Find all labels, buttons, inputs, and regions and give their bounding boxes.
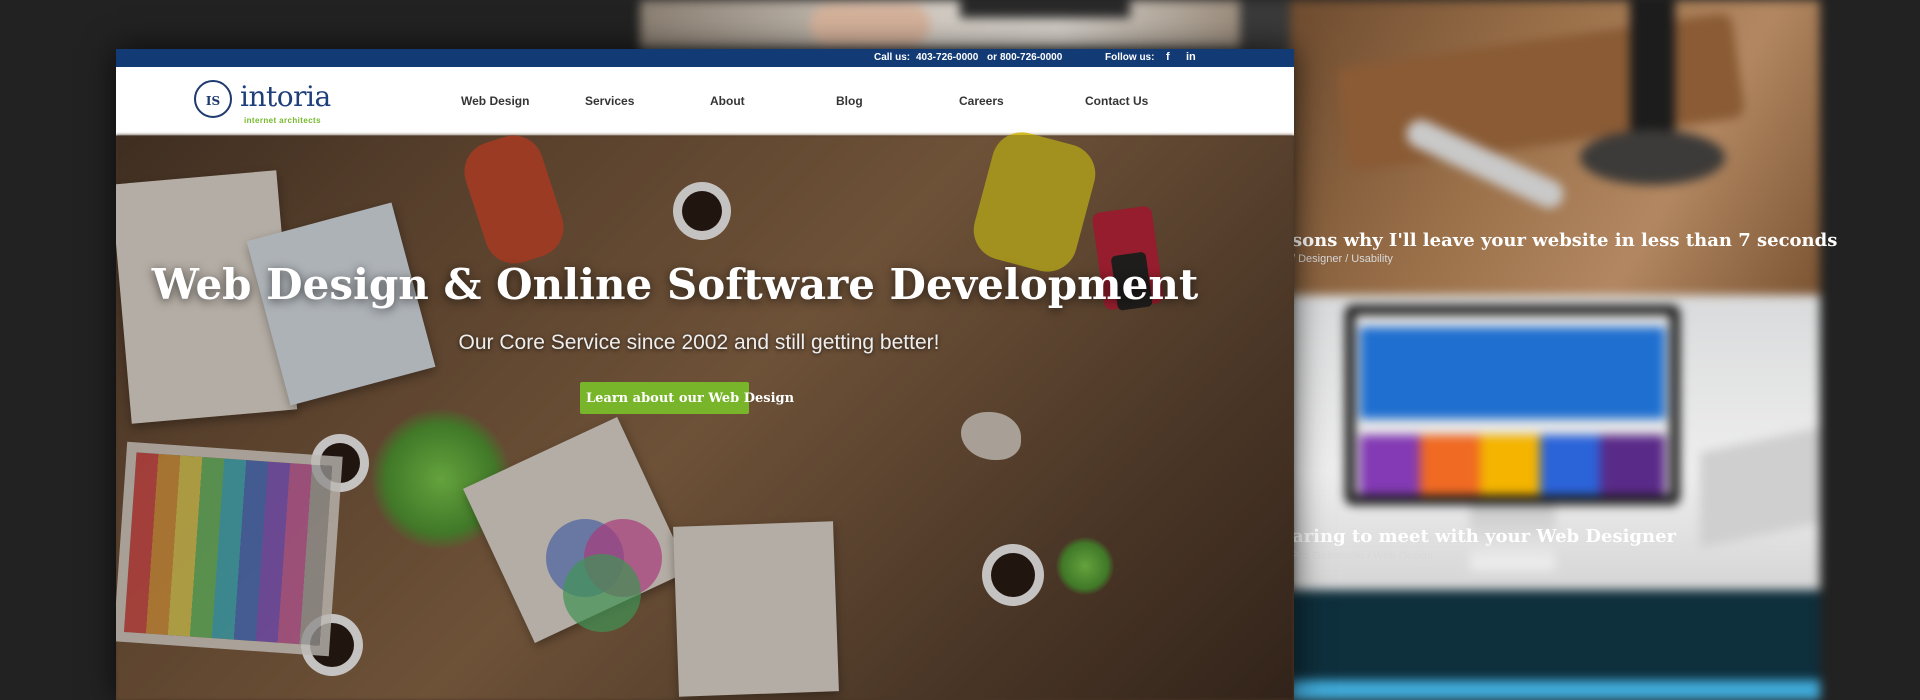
linkedin-icon[interactable]: in xyxy=(1186,51,1196,63)
logo-wordmark[interactable]: intoria xyxy=(240,80,331,113)
cyan-section-shape xyxy=(1290,680,1820,700)
imac-screen xyxy=(1355,315,1670,495)
facebook-icon[interactable]: f xyxy=(1166,51,1170,63)
screen-tile xyxy=(1480,435,1540,495)
blog-card-title[interactable]: sons why I'll leave your website in less… xyxy=(1292,230,1837,251)
hero-overlay xyxy=(116,135,1294,700)
screen-tile xyxy=(1360,435,1420,495)
learn-web-design-button[interactable]: Learn about our Web Design xyxy=(580,382,794,414)
screen-tile xyxy=(1540,435,1600,495)
nav-item-careers[interactable]: Careers xyxy=(959,94,1004,108)
hero-title: Web Design & Online Software Development xyxy=(151,260,1199,309)
logo-tagline: internet architects xyxy=(244,116,321,125)
call-label: Call us: xyxy=(874,52,911,63)
imac-display-shape xyxy=(1345,305,1680,505)
phone-secondary[interactable]: 800-726-0000 xyxy=(1000,52,1062,63)
screen-tile xyxy=(1600,435,1665,495)
nav-item-blog[interactable]: Blog xyxy=(836,94,863,108)
logo-mark-icon[interactable]: IS xyxy=(194,80,232,118)
blog-card-title[interactable]: aring to meet with your Web Designer xyxy=(1292,526,1676,547)
screen-tile xyxy=(1420,435,1480,495)
blog-card-meta: / Designer / Usability xyxy=(1292,253,1393,265)
pipe-leg-shape xyxy=(1630,0,1675,150)
device-bar-shape xyxy=(960,0,1130,18)
learn-web-design-label: Learn about our Web Design xyxy=(586,391,795,406)
nav-item-contact-us[interactable]: Contact Us xyxy=(1085,94,1148,108)
site-header: IS intoria internet architects Web Desig… xyxy=(116,67,1294,136)
top-preview-image xyxy=(640,0,1240,48)
pipe-flange-shape xyxy=(1580,130,1725,185)
nav-item-services[interactable]: Services xyxy=(585,94,634,108)
follow-label: Follow us: xyxy=(1105,52,1155,63)
blog-card-meta: Pro Gabrowski / Web Design xyxy=(1292,550,1434,562)
website-preview: Call us: 403-726-0000 or 800-726-0000 Fo… xyxy=(116,49,1294,700)
screen-hero-shape xyxy=(1360,327,1665,419)
hand-shape xyxy=(810,4,930,46)
nav-item-web-design[interactable]: Web Design xyxy=(461,94,529,108)
nav-item-about[interactable]: About xyxy=(710,94,745,108)
hero-subtitle: Our Core Service since 2002 and still ge… xyxy=(458,331,940,354)
phone-primary[interactable]: 403-726-0000 xyxy=(916,52,978,63)
screenshot-stage: sons why I'll leave your website in less… xyxy=(0,0,1920,700)
utility-bar: Call us: 403-726-0000 or 800-726-0000 Fo… xyxy=(116,49,1294,67)
phone-separator: or xyxy=(987,52,997,63)
